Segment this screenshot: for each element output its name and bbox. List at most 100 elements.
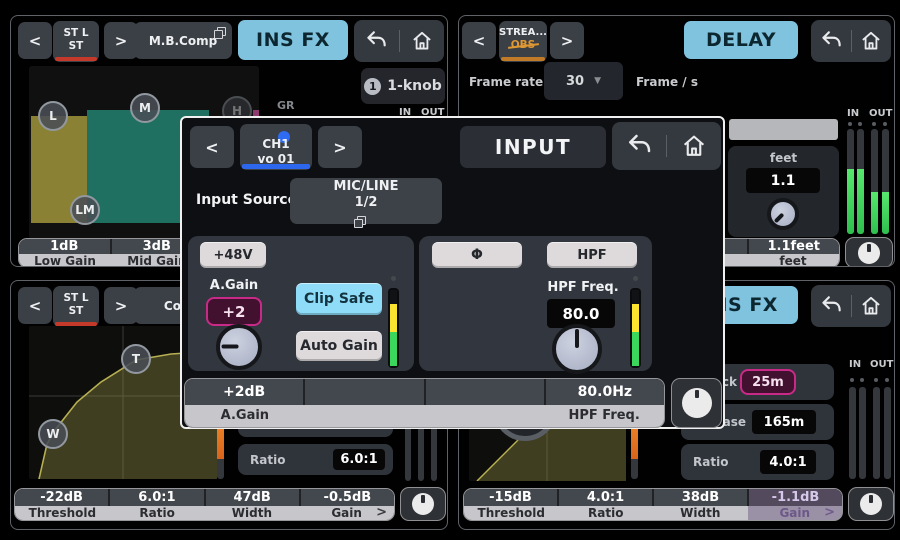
in-meter-l xyxy=(847,129,854,234)
delay-knob[interactable] xyxy=(767,198,799,230)
footer-value-threshold[interactable]: -22dB xyxy=(15,489,110,506)
ratio-row: Ratio 6.0:1 xyxy=(238,444,393,475)
home-icon[interactable] xyxy=(679,131,709,161)
frame-units-label: Frame / s xyxy=(636,75,698,89)
undo-icon[interactable] xyxy=(818,28,844,54)
library-button[interactable]: M.B.Comp xyxy=(134,22,232,59)
next-channel-button[interactable]: > xyxy=(104,22,138,59)
copy-icon xyxy=(214,27,226,39)
footer-value-gain-selected[interactable]: -1.1dB xyxy=(749,489,842,506)
in-meter-l xyxy=(849,387,856,479)
nav-group xyxy=(811,20,891,62)
next-channel-button[interactable]: > xyxy=(550,22,584,59)
footer-label-gain: Gain> xyxy=(299,506,394,520)
channel-select-button[interactable]: ST LST xyxy=(53,286,99,327)
in-meter-r xyxy=(857,129,864,234)
release-value[interactable]: 165m xyxy=(752,410,816,434)
low-band-handle[interactable]: L xyxy=(38,101,68,131)
channel-select-button[interactable]: STREA... OBS xyxy=(499,21,547,62)
ratio-label: Ratio xyxy=(250,453,285,467)
phantom-48v-button[interactable]: +48V xyxy=(200,242,266,268)
footer-label-gain-selected: Gain> xyxy=(748,506,843,520)
footer-value-ratio[interactable]: 4.0:1 xyxy=(559,489,654,506)
prev-channel-button[interactable]: < xyxy=(18,287,52,324)
footer-label-again: A.Gain xyxy=(185,405,305,427)
divider xyxy=(851,295,852,317)
parameter-footer: +2dB 80.0Hz A.Gain HPF Freq. xyxy=(185,379,664,427)
meter-clock-button[interactable] xyxy=(401,488,445,520)
width-handle[interactable]: W xyxy=(38,419,68,449)
footer-label-delay: feet xyxy=(747,254,839,267)
channel-color-underline xyxy=(501,57,545,61)
page-title-delay[interactable]: DELAY xyxy=(684,21,798,59)
mid-band-handle[interactable]: M xyxy=(130,93,160,123)
frame-rate-dropdown[interactable]: 30▼ xyxy=(544,62,623,100)
out-meter-r xyxy=(882,129,889,234)
footer-label-width: Width xyxy=(205,506,300,520)
next-channel-button[interactable]: > xyxy=(104,287,138,324)
home-icon[interactable] xyxy=(409,28,435,54)
more-params-arrow[interactable]: > xyxy=(824,505,835,520)
again-knob[interactable] xyxy=(216,324,262,370)
nav-group xyxy=(811,285,891,327)
dropdown-arrow-icon: ▼ xyxy=(594,76,601,86)
prev-channel-button[interactable]: < xyxy=(462,22,496,59)
footer-value-width[interactable]: 47dB xyxy=(206,489,301,506)
ratio-value[interactable]: 4.0:1 xyxy=(760,450,816,474)
frame-rate-label: Frame rate xyxy=(469,75,543,89)
parameter-footer: -22dB 6.0:1 47dB -0.5dB Threshold Ratio … xyxy=(15,489,394,520)
next-channel-button[interactable]: > xyxy=(318,126,362,168)
auto-gain-button[interactable]: Auto Gain xyxy=(296,331,382,361)
footer-value-delay[interactable]: 1.1feet xyxy=(749,239,840,254)
footer-value-gain[interactable]: -0.5dB xyxy=(301,489,394,506)
footer-label-threshold: Threshold xyxy=(15,506,110,520)
home-icon[interactable] xyxy=(858,28,884,54)
page-title-insfx[interactable]: INS FX xyxy=(238,20,348,60)
analog-gain-section: +48V A.Gain +2 Clip Safe Auto Gain xyxy=(188,236,414,371)
footer-label-ratio: Ratio xyxy=(110,506,205,520)
one-knob-button[interactable]: 1 1-knob xyxy=(361,68,445,104)
phase-button[interactable]: Φ xyxy=(432,242,522,268)
again-label: A.Gain xyxy=(200,278,268,293)
clock-knob-icon xyxy=(860,493,882,515)
footer-value-threshold[interactable]: -15dB xyxy=(464,489,559,506)
prev-channel-button[interactable]: < xyxy=(190,126,234,168)
meter-clock-button[interactable] xyxy=(849,488,893,520)
dialog-title-input: INPUT xyxy=(460,126,606,168)
hpf-freq-knob[interactable] xyxy=(552,324,602,374)
ratio-value[interactable]: 6.0:1 xyxy=(333,449,385,470)
channel-select-button[interactable]: ST LST xyxy=(53,21,99,62)
ratio-row: Ratio 4.0:1 xyxy=(681,444,834,480)
undo-icon[interactable] xyxy=(363,28,389,54)
footer-label-ratio: Ratio xyxy=(559,506,654,520)
lowmid-band-handle[interactable]: LM xyxy=(70,195,100,225)
attack-value-selected[interactable]: 25m xyxy=(740,369,796,395)
clock-knob-icon xyxy=(412,493,434,515)
home-icon[interactable] xyxy=(858,293,884,319)
delay-value-display[interactable]: 1.1 xyxy=(746,168,820,193)
clip-safe-button[interactable]: Clip Safe xyxy=(296,283,382,315)
hpf-button[interactable]: HPF xyxy=(547,242,637,268)
meter-clock-button[interactable] xyxy=(672,379,721,427)
channel-select-button[interactable]: CH1vo 01 xyxy=(240,124,312,170)
out-meter-label: OUT xyxy=(869,108,892,119)
undo-icon[interactable] xyxy=(624,131,654,161)
footer-value-lowgain[interactable]: 1dB xyxy=(19,239,112,254)
prev-channel-button[interactable]: < xyxy=(18,22,52,59)
divider xyxy=(399,30,400,52)
out-meter-r xyxy=(884,387,891,479)
footer-value-again[interactable]: +2dB xyxy=(185,379,305,405)
footer-value-ratio[interactable]: 6.0:1 xyxy=(110,489,205,506)
again-value-selected[interactable]: +2 xyxy=(206,297,262,326)
footer-value-width[interactable]: 38dB xyxy=(654,489,749,506)
input-source-button[interactable]: MIC/LINE1/2 xyxy=(290,178,442,224)
footer-value-hpf[interactable]: 80.0Hz xyxy=(546,379,664,405)
threshold-handle[interactable]: T xyxy=(121,344,151,374)
meter-clock-button[interactable] xyxy=(846,238,892,267)
more-params-arrow[interactable]: > xyxy=(376,505,387,520)
divider xyxy=(666,135,667,157)
out-meter-label: OUT xyxy=(870,359,893,370)
clock-knob-icon xyxy=(682,388,712,418)
divider xyxy=(851,30,852,52)
undo-icon[interactable] xyxy=(818,293,844,319)
